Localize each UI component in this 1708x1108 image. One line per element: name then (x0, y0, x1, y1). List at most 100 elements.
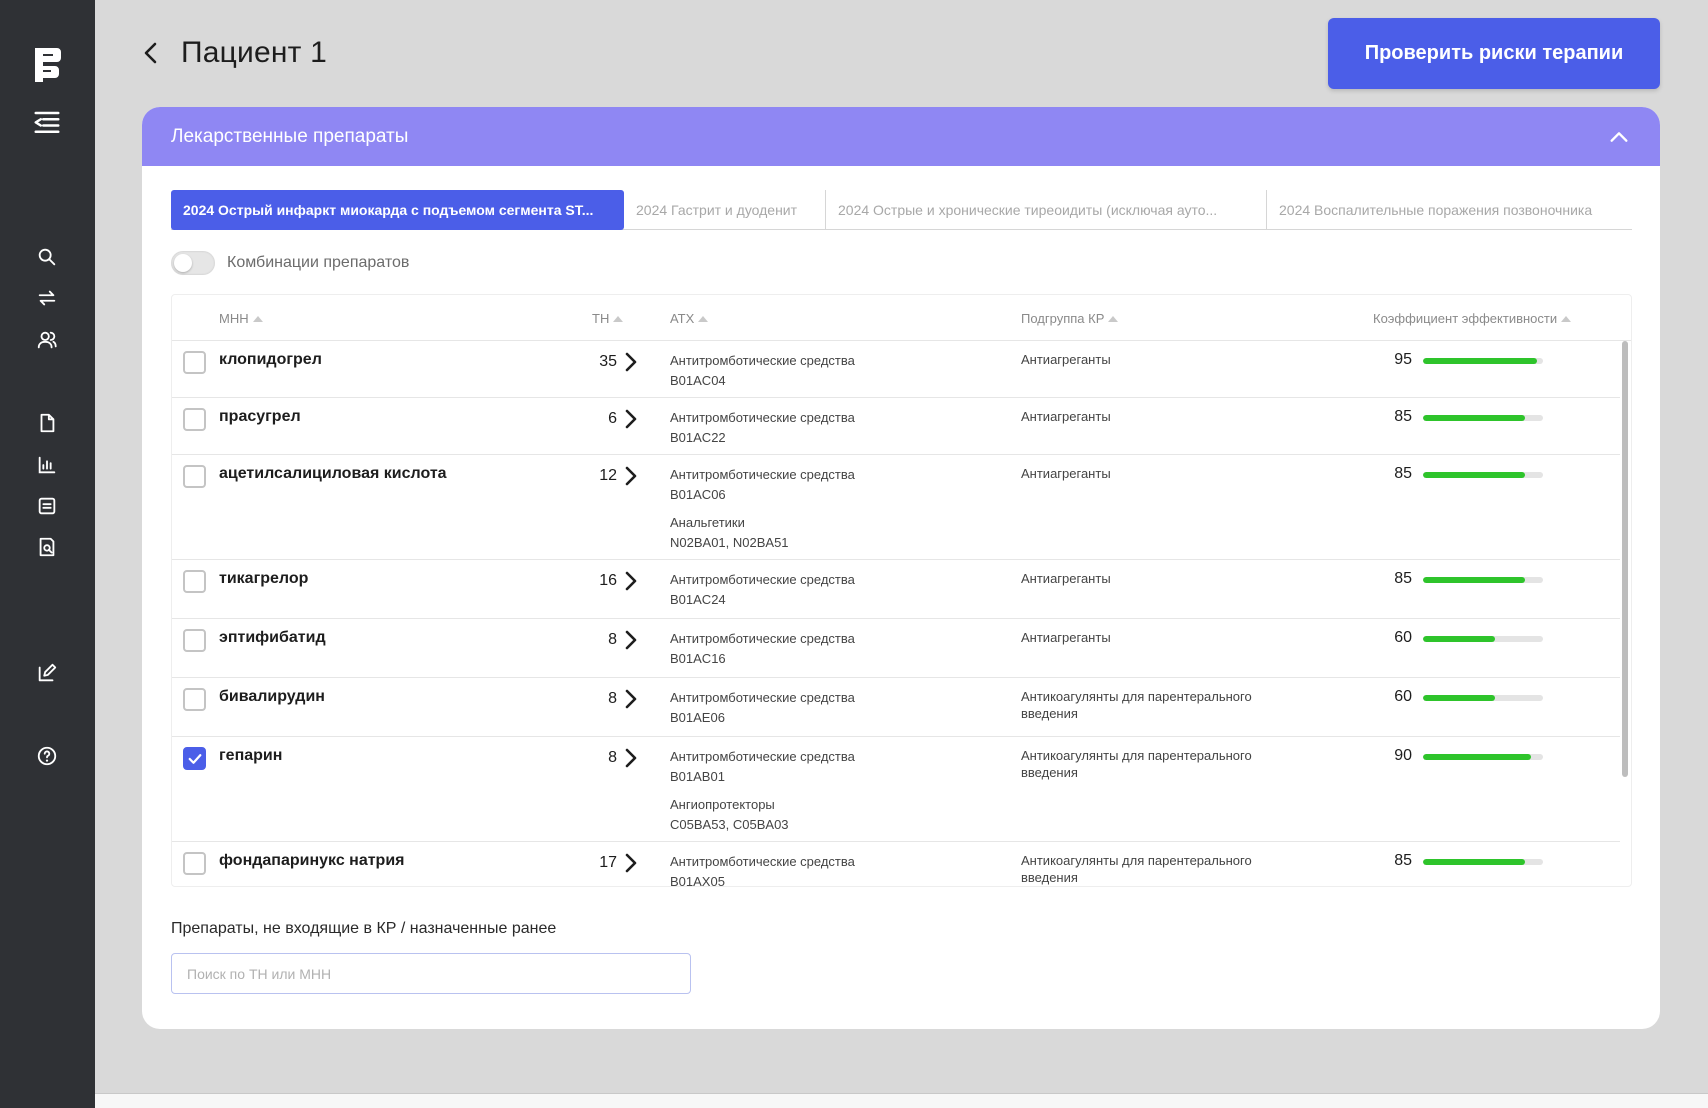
efficiency-value: 60 (1394, 629, 1412, 646)
tn-count: 35 (599, 353, 617, 370)
tn-count: 17 (599, 854, 617, 871)
atx-cell: Антитромботические средства B01AC22 (670, 408, 855, 448)
row-checkbox[interactable] (183, 629, 206, 652)
tab-guideline-2[interactable]: 2024 Гастрит и дуоденит (624, 190, 826, 230)
checkmark-icon (188, 753, 201, 764)
table-row: ацетилсалициловая кислота 12 Антитромботич… (172, 455, 1620, 560)
medications-panel: Лекарственные препараты 2024 Острый инфа… (142, 107, 1660, 1029)
efficiency-bar (1423, 358, 1543, 364)
mnn-name: фондапаринукс натрия (219, 852, 405, 869)
row-checkbox[interactable] (183, 351, 206, 374)
help-icon[interactable] (32, 741, 62, 771)
form-icon[interactable] (32, 491, 62, 521)
column-header-atx[interactable]: АТХ (670, 311, 709, 326)
row-checkbox[interactable] (183, 747, 206, 770)
atx-group: Антитромботические средства (670, 690, 855, 705)
efficiency-bar-fill (1423, 695, 1495, 701)
atx-group: Антитромботические средства (670, 854, 855, 869)
mnn-name: эптифибатид (219, 629, 326, 646)
chevron-up-icon[interactable] (1608, 126, 1630, 148)
atx-cell: Антитромботические средства B01AC24 (670, 570, 855, 610)
efficiency-bar-fill (1423, 472, 1525, 478)
document-icon[interactable] (32, 408, 62, 438)
efficiency-value: 85 (1394, 465, 1412, 482)
column-header-mnn[interactable]: МНН (219, 311, 263, 326)
mnn-name: бивалирудин (219, 688, 325, 705)
guideline-tabs: 2024 Острый инфаркт миокарда с подъемом … (171, 190, 1632, 230)
swap-icon[interactable] (32, 283, 62, 313)
report-icon[interactable] (32, 532, 62, 562)
column-header-efficiency[interactable]: Коэффициент эффективности (1373, 311, 1572, 326)
atx-group: Антитромботические средства (670, 749, 855, 764)
efficiency-bar (1423, 636, 1543, 642)
column-header-tn[interactable]: ТН (592, 311, 624, 326)
efficiency-value: 90 (1394, 747, 1412, 764)
panel-header[interactable]: Лекарственные препараты (142, 107, 1660, 166)
chevron-right-icon[interactable] (622, 408, 640, 430)
atx-group: Антитромботические средства (670, 353, 855, 368)
atx-group: Антитромботические средства (670, 467, 855, 482)
atx-code: B01AX05 (670, 874, 725, 887)
search-icon[interactable] (32, 242, 62, 272)
tn-count: 8 (608, 631, 617, 648)
efficiency-bar (1423, 577, 1543, 583)
efficiency-value: 85 (1394, 408, 1412, 425)
atx-code: B01AC16 (670, 651, 726, 666)
chevron-right-icon[interactable] (622, 570, 640, 592)
subgroup-cell: Антикоагулянты для парентерального введе… (1021, 853, 1252, 885)
atx-cell: Антитромботические средства B01AE06 (670, 688, 855, 728)
chevron-right-icon[interactable] (622, 351, 640, 373)
efficiency-bar-fill (1423, 415, 1525, 421)
users-icon[interactable] (32, 325, 62, 355)
row-checkbox[interactable] (183, 408, 206, 431)
column-header-subgroup[interactable]: Подгруппа КР (1021, 311, 1119, 326)
chevron-right-icon[interactable] (622, 852, 640, 874)
panel-title: Лекарственные препараты (171, 125, 409, 147)
subgroup-cell: Антикоагулянты для парентерального введе… (1021, 748, 1252, 780)
table-row: бивалирудин 8 Антитромботические средства B… (172, 678, 1620, 737)
row-checkbox[interactable] (183, 852, 206, 875)
efficiency-bar-fill (1423, 859, 1525, 865)
combinations-toggle-label: Комбинации препаратов (227, 254, 410, 271)
subgroup-cell: Антиагреганты (1021, 630, 1111, 645)
atx-group: Антитромботические средства (670, 631, 855, 646)
tn-count: 12 (599, 467, 617, 484)
row-checkbox[interactable] (183, 570, 206, 593)
chevron-right-icon[interactable] (622, 629, 640, 651)
atx-group: Антитромботические средства (670, 572, 855, 587)
mnn-name: клопидогрел (219, 351, 322, 368)
atx-code: B01AB01 (670, 769, 725, 784)
check-therapy-risks-button[interactable]: Проверить риски терапии (1328, 18, 1660, 89)
table-scrollbar[interactable] (1622, 341, 1628, 777)
subgroup-cell: Антикоагулянты для парентерального введе… (1021, 689, 1252, 721)
chevron-right-icon[interactable] (622, 747, 640, 769)
combinations-toggle[interactable] (171, 251, 215, 275)
column-label: ТН (592, 311, 610, 326)
sort-icon (613, 315, 624, 322)
brand-logo[interactable] (29, 44, 65, 84)
subgroup-cell: Антиагреганты (1021, 571, 1111, 586)
row-checkbox[interactable] (183, 465, 206, 488)
chevron-right-icon[interactable] (622, 465, 640, 487)
tab-guideline-3[interactable]: 2024 Острые и хронические тиреоидиты (ис… (826, 190, 1267, 230)
menu-collapse-icon[interactable] (32, 108, 62, 138)
chart-icon[interactable] (32, 450, 62, 480)
chevron-right-icon[interactable] (622, 688, 640, 710)
edit-icon[interactable] (32, 658, 62, 688)
table-body: клопидогрел 35 Антитромботические средства… (172, 341, 1631, 887)
atx-code: B01AC24 (670, 592, 726, 607)
row-checkbox[interactable] (183, 688, 206, 711)
combinations-toggle-row: Комбинации препаратов (171, 250, 409, 276)
efficiency-bar-fill (1423, 358, 1537, 364)
sort-icon (1108, 315, 1119, 322)
mnn-name: прасугрел (219, 408, 301, 425)
back-button[interactable] (138, 38, 164, 68)
atx-cell: Антитромботические средства B01AX05 (670, 852, 855, 887)
atx-code: N02BA01, N02BA51 (670, 535, 789, 550)
column-label: АТХ (670, 311, 695, 326)
efficiency-bar (1423, 415, 1543, 421)
tab-guideline-4[interactable]: 2024 Воспалительные поражения позвоночни… (1267, 190, 1632, 230)
chevron-left-icon (144, 42, 157, 64)
tab-guideline-1[interactable]: 2024 Острый инфаркт миокарда с подъемом … (171, 190, 624, 230)
medication-search-input[interactable] (171, 953, 691, 994)
